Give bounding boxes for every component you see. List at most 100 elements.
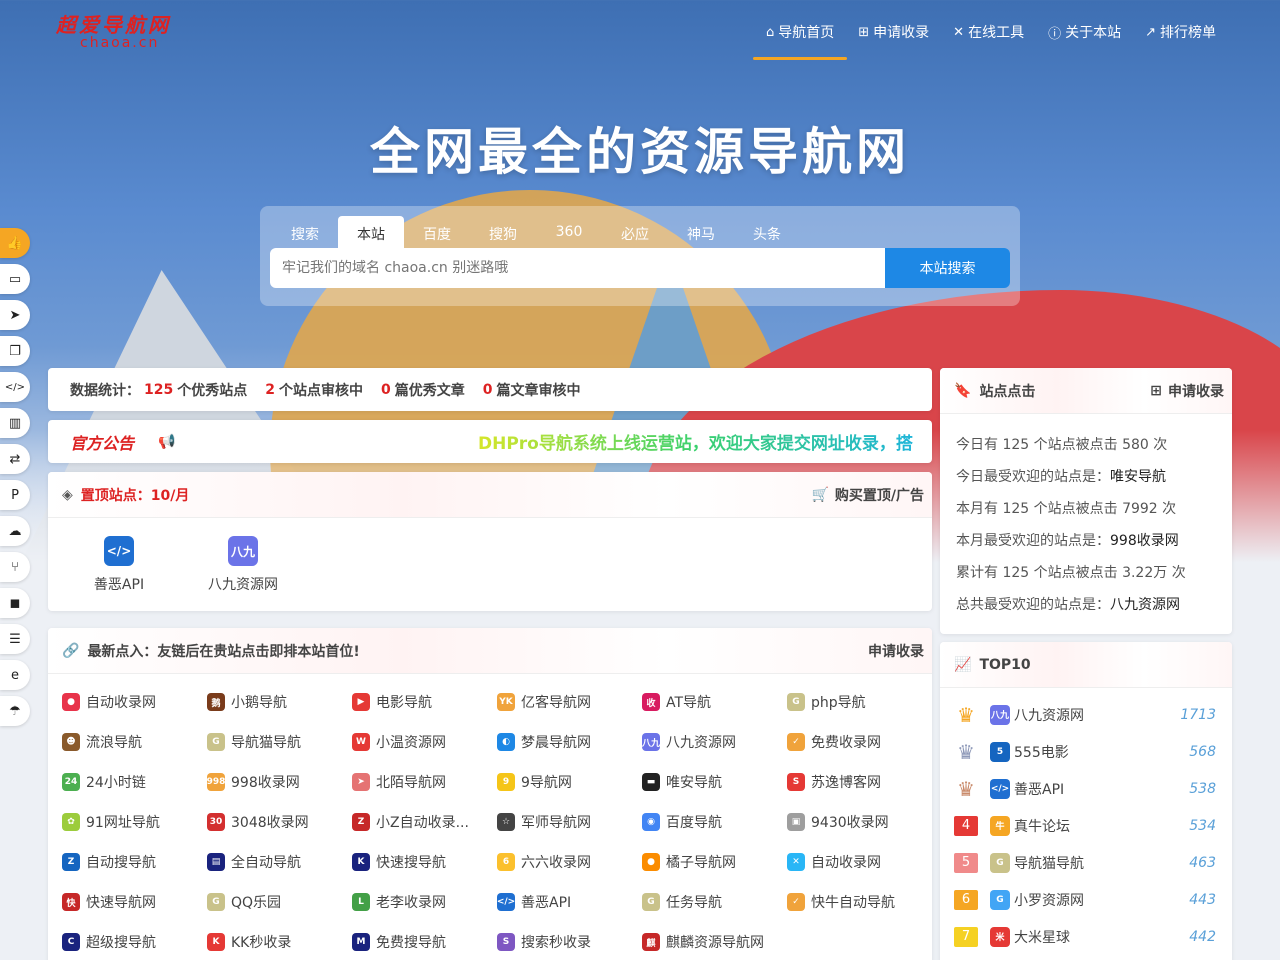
site-name: 搜索秒收录 [521, 935, 591, 951]
list-item[interactable]: YK 亿客导航网 [497, 682, 642, 722]
sidebar-button[interactable]: P [0, 480, 30, 510]
sidebar-button[interactable]: ☰ [0, 624, 30, 654]
list-item[interactable]: ✓ 免费收录网 [787, 722, 932, 762]
sidebar-button[interactable]: ⑂ [0, 552, 30, 582]
list-item[interactable]: ◐ 梦晨导航网 [497, 722, 642, 762]
list-item[interactable]: 24 24小时链 [62, 762, 207, 802]
search-tab-4[interactable]: 360 [536, 216, 602, 248]
top10-row[interactable]: ♛ 八九 八九资源网 1713 [940, 696, 1232, 733]
clicks-row-site[interactable]: 唯安导航 [1110, 466, 1166, 486]
site-name: 小Z自动收录... [376, 815, 469, 831]
search-tab-6[interactable]: 神马 [668, 216, 734, 248]
site-name: 北陌导航网 [376, 775, 446, 791]
list-item[interactable]: ● 橘子导航网 [642, 842, 787, 882]
list-item[interactable]: ☆ 军师导航网 [497, 802, 642, 842]
notice-marquee-text[interactable]: DHPro导航系统上线运营站，欢迎大家提交网址收录，搭 [478, 429, 913, 454]
laptop-icon: ▭ [8, 271, 22, 287]
list-item[interactable]: ▣ 9430收录网 [787, 802, 932, 842]
list-item[interactable]: </> 善恶API [497, 882, 642, 922]
top10-row[interactable]: 7 米大米星球 442 [940, 918, 1232, 955]
list-item[interactable]: Z 自动搜导航 [62, 842, 207, 882]
list-item[interactable]: 麒麒麟资源导航网 [642, 922, 787, 960]
list-item[interactable]: Gphp导航 [787, 682, 932, 722]
list-item[interactable]: 鹅小鹅导航 [207, 682, 352, 722]
list-item[interactable]: G 导航猫导航 [207, 722, 352, 762]
sidebar-button[interactable]: ☁ [0, 516, 30, 546]
latest-apply-link[interactable]: 申请收录 [868, 641, 924, 661]
nav-item-0[interactable]: ⌂ 导航首页 [752, 16, 848, 60]
sidebar-button[interactable]: 👍 [0, 228, 30, 258]
site-name: 流浪导航 [86, 735, 142, 751]
search-tab-5[interactable]: 必应 [602, 216, 668, 248]
search-tab-1[interactable]: 本站 [338, 216, 404, 248]
list-item[interactable]: ☻ 流浪导航 [62, 722, 207, 762]
search-tab-2[interactable]: 百度 [404, 216, 470, 248]
clicks-row-site[interactable]: 998收录网 [1110, 530, 1179, 550]
search-tab-7[interactable]: 头条 [734, 216, 800, 248]
list-item[interactable]: K KK秒收录 [207, 922, 352, 960]
sidebar-button[interactable]: ▭ [0, 264, 30, 294]
nav-item-label: 在线工具 [968, 25, 1025, 41]
list-item[interactable]: ◉ 百度导航 [642, 802, 787, 842]
list-item[interactable]: S 搜索秒收录 [497, 922, 642, 960]
list-item[interactable]: ▤ 全自动导航 [207, 842, 352, 882]
top10-row[interactable]: ♛ 5 555电影 568 [940, 733, 1232, 770]
list-item[interactable]: 9 9导航网 [497, 762, 642, 802]
clicks-apply-link[interactable]: ⊞ 申请收录 [1150, 381, 1224, 401]
list-item[interactable]: 八九 八九资源网 [642, 722, 787, 762]
list-item[interactable]: 998 998收录网 [207, 762, 352, 802]
sidebar-button[interactable]: ➤ [0, 300, 30, 330]
top10-row[interactable]: 4 牛真牛论坛 534 [940, 807, 1232, 844]
list-item[interactable]: G QQ乐园 [207, 882, 352, 922]
sidebar-button[interactable]: ⇄ [0, 444, 30, 474]
search-button[interactable]: 本站搜索 [885, 248, 1010, 288]
sidebar-button[interactable]: ◼ [0, 588, 30, 618]
search-tab-3[interactable]: 搜狗 [470, 216, 536, 248]
top10-row[interactable]: 6 G 小罗资源网 443 [940, 881, 1232, 918]
list-item[interactable]: 30 3048收录网 [207, 802, 352, 842]
search-tab-0[interactable]: 搜索 [272, 216, 338, 248]
site-icon: ▣ [787, 813, 805, 831]
nav-item-4[interactable]: ↗ 排行榜单 [1133, 16, 1228, 48]
list-item[interactable]: L 老李收录网 [352, 882, 497, 922]
sidebar-button[interactable]: ☂ [0, 696, 30, 726]
list-item[interactable]: G 任务导航 [642, 882, 787, 922]
list-item[interactable]: 收 AT导航 [642, 682, 787, 722]
site-logo[interactable]: 超爱导航网 chaoa.cn [56, 14, 176, 52]
search-input[interactable] [270, 248, 886, 288]
sidebar-button[interactable]: ▥ [0, 408, 30, 438]
list-item[interactable]: M 免费搜导航 [352, 922, 497, 960]
nav-item-1[interactable]: ⊞ 申请收录 [846, 16, 941, 48]
list-item[interactable]: ✓ 快牛自动导航 [787, 882, 932, 922]
list-item[interactable]: C 超级搜导航 [62, 922, 207, 960]
sidebar-button[interactable]: ❐ [0, 336, 30, 366]
top-site-item[interactable]: 八九 八九资源网 [186, 536, 300, 594]
list-item[interactable]: ● 自动收录网 [62, 682, 207, 722]
sidebar-button[interactable]: e [0, 660, 30, 690]
stat-text: 个优秀站点 [177, 382, 248, 399]
list-item[interactable]: S 苏逸博客网 [787, 762, 932, 802]
top10-list: ♛ 八九 八九资源网 1713 ♛ 5 555电影 568 ♛ </> 善恶API 538 4 牛真牛论坛… [940, 696, 1232, 955]
list-item[interactable]: ✕ 自动收录网 [787, 842, 932, 882]
list-item[interactable]: Z 小Z自动收录... [352, 802, 497, 842]
top10-row[interactable]: 5 G 导航猫导航 463 [940, 844, 1232, 881]
site-icon: 快 [62, 893, 80, 911]
list-item[interactable]: ▬ 唯安导航 [642, 762, 787, 802]
list-item[interactable]: 快快速导航网 [62, 882, 207, 922]
list-item[interactable]: ➤ 北陌导航网 [352, 762, 497, 802]
nav-item-3[interactable]: ⓘ 关于本站 [1036, 16, 1133, 48]
list-item[interactable]: ▶ 电影导航 [352, 682, 497, 722]
site-icon: G [642, 893, 660, 911]
nav-item-2[interactable]: ✕ 在线工具 [941, 16, 1036, 48]
list-item[interactable]: 6 六六收录网 [497, 842, 642, 882]
sidebar-button[interactable]: </> [0, 372, 30, 402]
buy-ad-link[interactable]: 🛒 购买置顶/广告 [811, 485, 924, 505]
list-item[interactable]: ✿ 91网址导航 [62, 802, 207, 842]
site-name: 苏逸博客网 [811, 775, 881, 791]
top10-row[interactable]: ♛ </> 善恶API 538 [940, 770, 1232, 807]
list-item[interactable]: K 快速搜导航 [352, 842, 497, 882]
clicks-row-site[interactable]: 八九资源网 [1110, 594, 1180, 614]
top-site-item[interactable]: </> 善恶API [62, 536, 176, 594]
list-item[interactable]: W 小温资源网 [352, 722, 497, 762]
site-name: 3048收录网 [231, 815, 309, 831]
